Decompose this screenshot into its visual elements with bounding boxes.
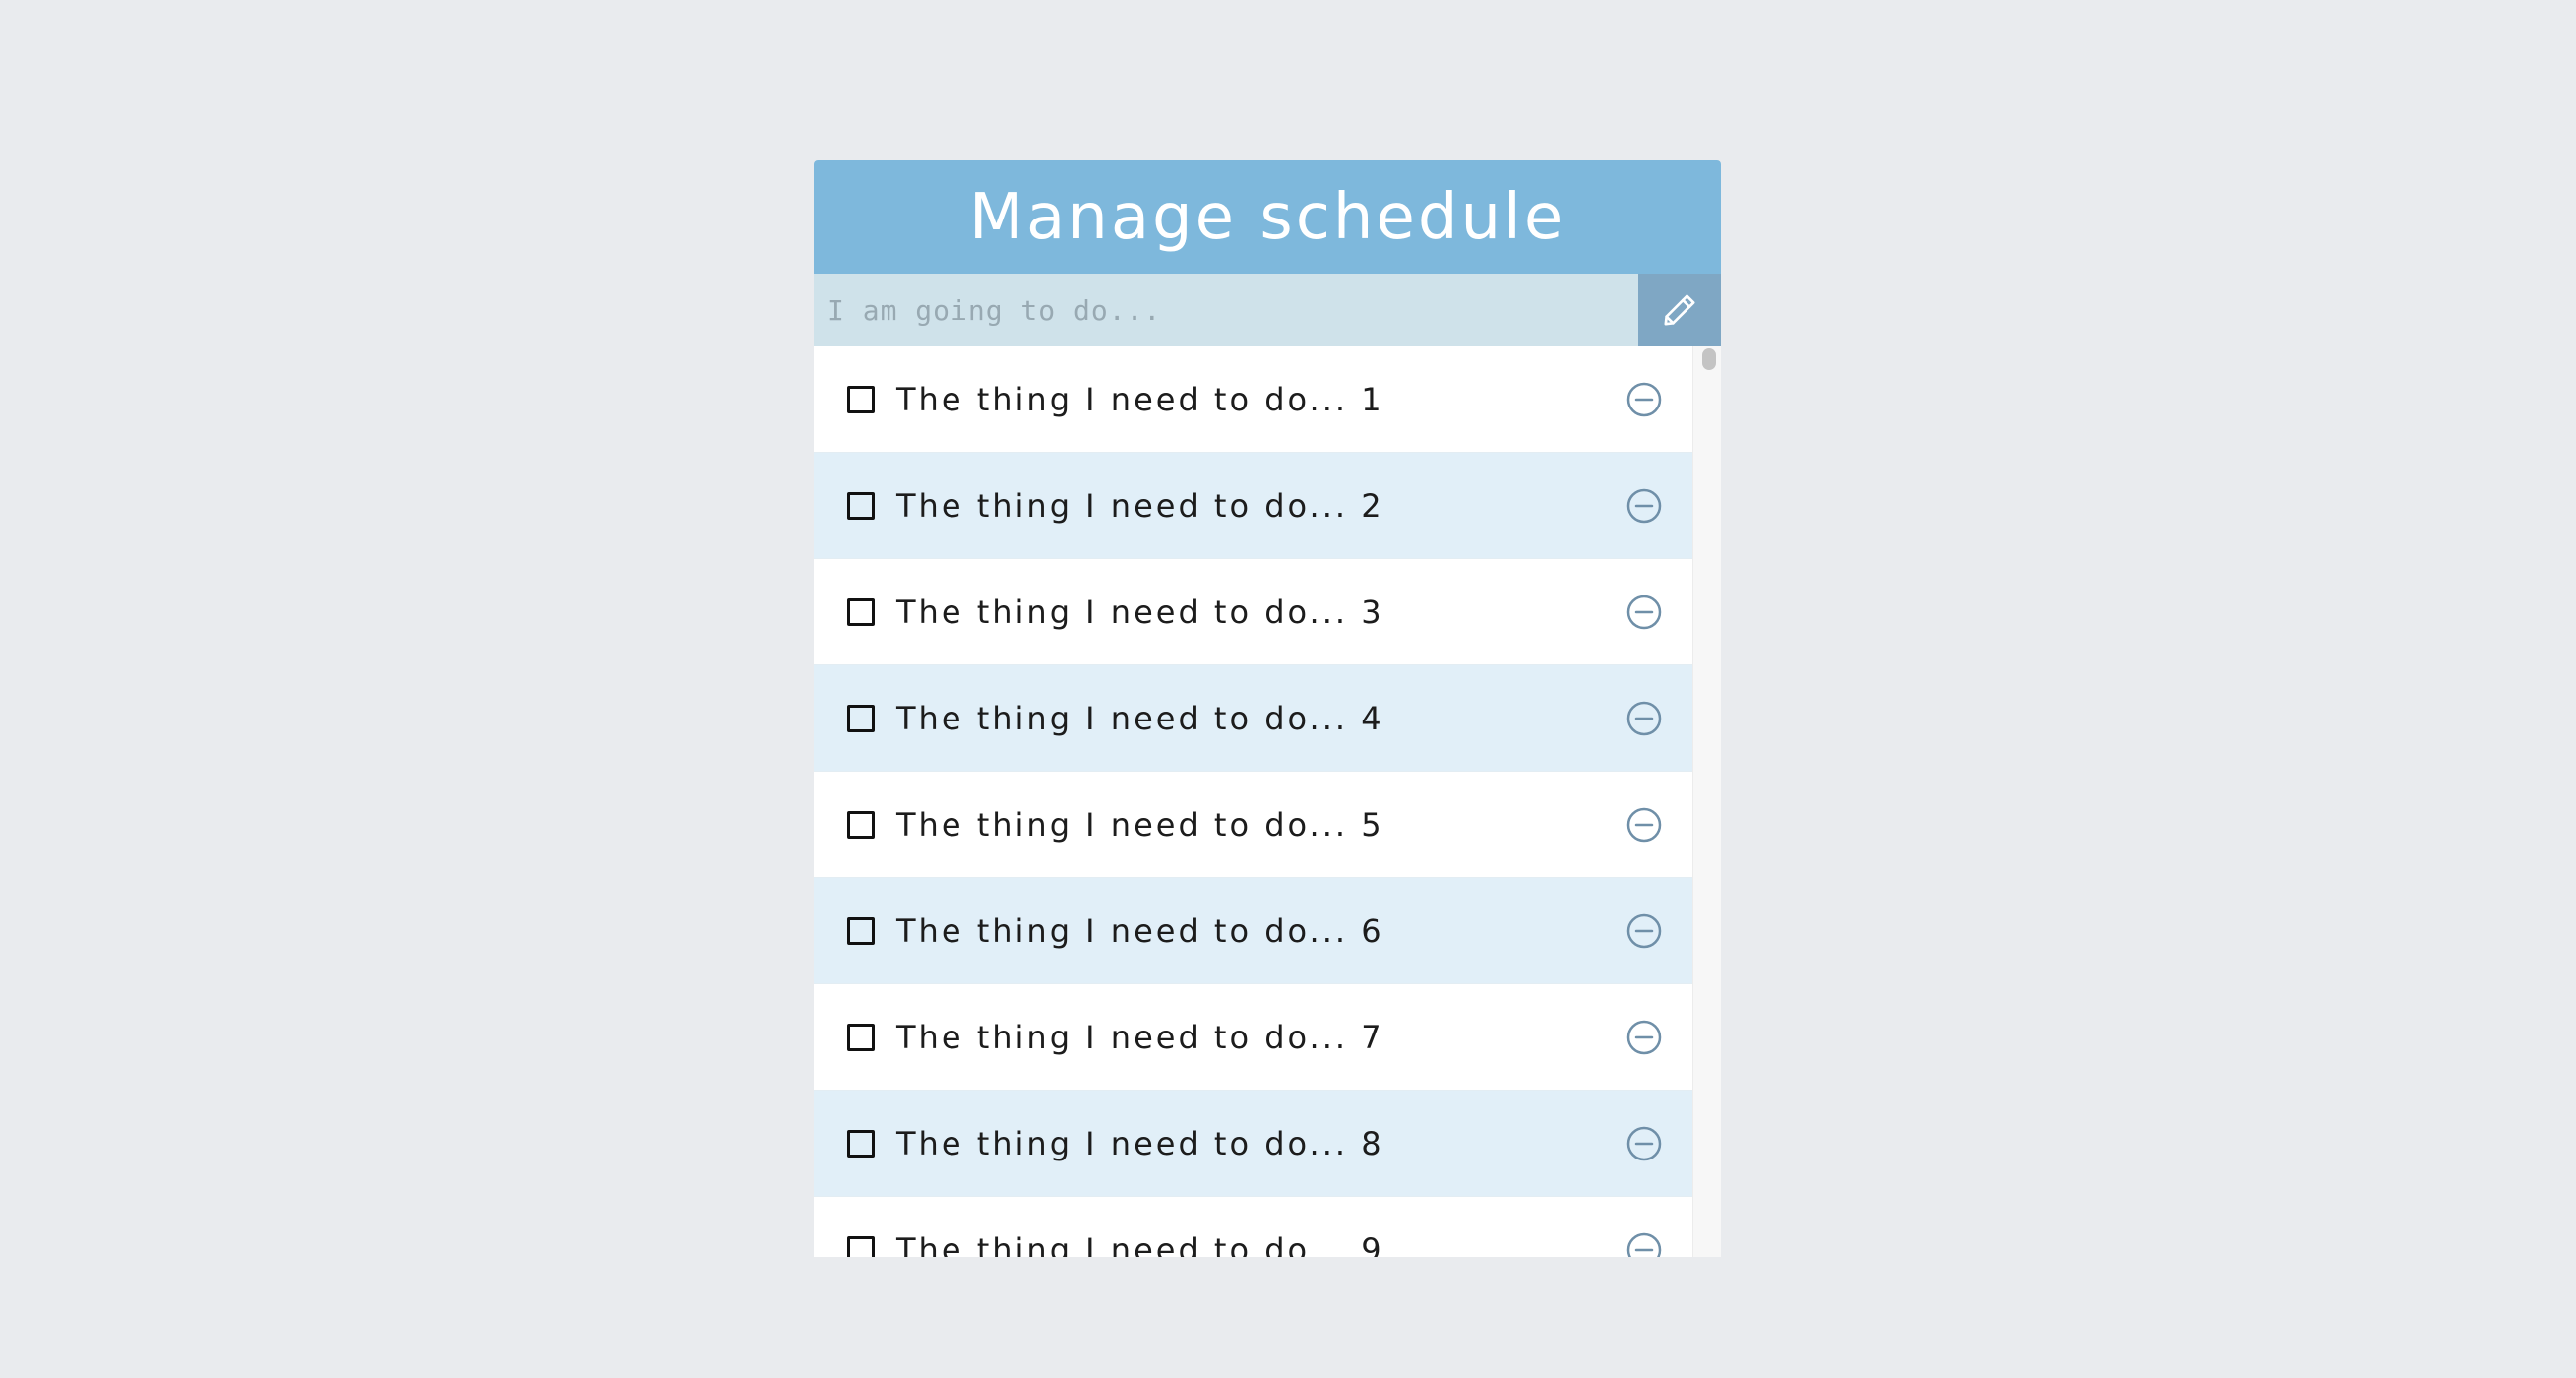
minus-circle-icon: [1626, 1126, 1662, 1160]
schedule-app: Manage schedule The thing I need to do..…: [814, 160, 1721, 1257]
new-task-bar: [814, 274, 1721, 346]
minus-circle-icon: [1626, 701, 1662, 735]
minus-circle-icon: [1626, 595, 1662, 629]
task-checkbox[interactable]: [847, 810, 875, 839]
minus-circle-icon: [1626, 488, 1662, 523]
task-label: The thing I need to do... 4: [896, 699, 1384, 737]
minus-circle-icon: [1626, 913, 1662, 948]
minus-circle-icon: [1626, 382, 1662, 416]
task-label: The thing I need to do... 3: [896, 593, 1384, 631]
task-item: The thing I need to do... 5: [814, 772, 1692, 878]
minus-circle-icon: [1626, 1232, 1662, 1257]
task-label: The thing I need to do... 2: [896, 486, 1384, 525]
add-task-button[interactable]: [1638, 274, 1721, 346]
task-label: The thing I need to do... 6: [896, 911, 1384, 950]
task-checkbox[interactable]: [847, 1129, 875, 1158]
task-item: The thing I need to do... 7: [814, 984, 1692, 1091]
task-label: The thing I need to do... 5: [896, 805, 1384, 844]
header: Manage schedule: [814, 160, 1721, 274]
task-item: The thing I need to do... 2: [814, 453, 1692, 559]
remove-task-button[interactable]: [1625, 381, 1663, 418]
task-list-container: The thing I need to do... 1 The thing I …: [814, 346, 1721, 1257]
task-item: The thing I need to do... 3: [814, 559, 1692, 665]
task-checkbox[interactable]: [847, 916, 875, 945]
remove-task-button[interactable]: [1625, 1125, 1663, 1162]
task-item: The thing I need to do... 6: [814, 878, 1692, 984]
page-title: Manage schedule: [968, 180, 1566, 254]
remove-task-button[interactable]: [1625, 594, 1663, 631]
task-item: The thing I need to do... 9: [814, 1197, 1692, 1257]
task-item: The thing I need to do... 4: [814, 665, 1692, 772]
task-checkbox[interactable]: [847, 1023, 875, 1051]
task-item: The thing I need to do... 1: [814, 346, 1692, 453]
task-list: The thing I need to do... 1 The thing I …: [814, 346, 1692, 1257]
remove-task-button[interactable]: [1625, 806, 1663, 844]
new-task-input[interactable]: [814, 274, 1638, 346]
minus-circle-icon: [1626, 807, 1662, 842]
remove-task-button[interactable]: [1625, 912, 1663, 950]
scrollbar-track[interactable]: [1692, 346, 1721, 1257]
task-label: The thing I need to do... 8: [896, 1124, 1384, 1162]
scrollbar-thumb[interactable]: [1702, 348, 1716, 370]
task-item: The thing I need to do... 8: [814, 1091, 1692, 1197]
task-label: The thing I need to do... 9: [896, 1230, 1384, 1258]
remove-task-button[interactable]: [1625, 700, 1663, 737]
pencil-icon: [1664, 294, 1695, 326]
minus-circle-icon: [1626, 1020, 1662, 1054]
remove-task-button[interactable]: [1625, 1019, 1663, 1056]
remove-task-button[interactable]: [1625, 1231, 1663, 1257]
task-checkbox[interactable]: [847, 704, 875, 732]
task-checkbox[interactable]: [847, 491, 875, 520]
task-checkbox[interactable]: [847, 597, 875, 626]
task-checkbox[interactable]: [847, 1235, 875, 1257]
task-label: The thing I need to do... 7: [896, 1018, 1384, 1056]
task-label: The thing I need to do... 1: [896, 380, 1384, 418]
task-checkbox[interactable]: [847, 385, 875, 413]
remove-task-button[interactable]: [1625, 487, 1663, 525]
